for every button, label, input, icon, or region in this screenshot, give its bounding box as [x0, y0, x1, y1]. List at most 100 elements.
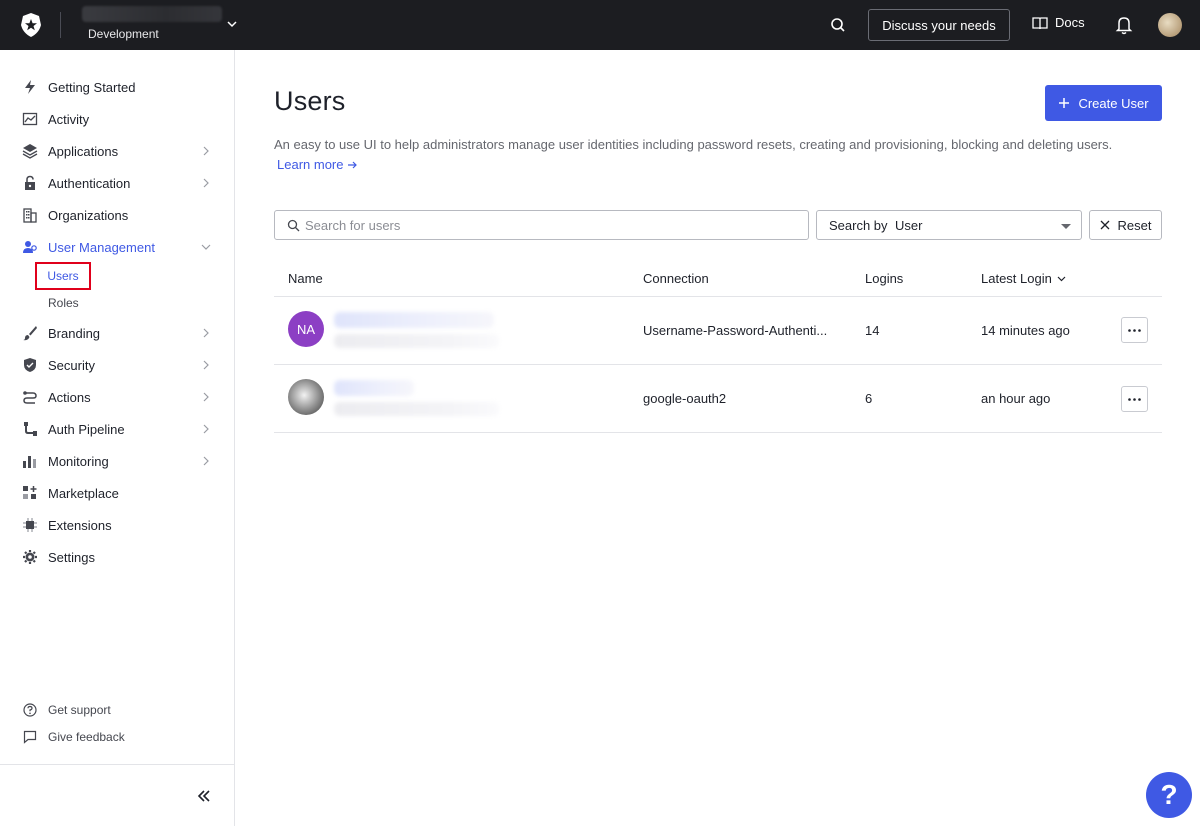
sidebar-item-label: Actions [48, 389, 91, 405]
give-feedback-label: Give feedback [48, 730, 125, 744]
column-header-name[interactable]: Name [288, 271, 323, 286]
latest-login-cell: an hour ago [981, 391, 1051, 406]
learn-more-label: Learn more [277, 157, 344, 172]
tenant-name-redacted[interactable] [82, 6, 222, 22]
book-icon [1032, 16, 1048, 29]
sidebar-item-applications[interactable]: Applications [0, 135, 234, 167]
sidebar-item-activity[interactable]: Activity [0, 103, 234, 135]
chevron-down-icon[interactable] [226, 18, 238, 30]
search-by-select[interactable]: Search by User [816, 210, 1082, 240]
docs-label: Docs [1055, 15, 1085, 30]
sidebar-item-label: Branding [48, 325, 101, 341]
sidebar-subitem-users[interactable]: Users [35, 262, 91, 290]
sidebar-subitem-roles[interactable]: Roles [48, 296, 79, 310]
sidebar-item-organizations[interactable]: Organizations [0, 199, 234, 231]
search-by-value: User [895, 217, 923, 233]
row-actions-button[interactable] [1121, 317, 1148, 343]
plus-icon [1059, 98, 1070, 108]
sidebar-item-actions[interactable]: Actions [0, 381, 234, 413]
sort-chevron-down-icon [1057, 276, 1066, 282]
sidebar-item-label: Organizations [48, 207, 129, 223]
table-header-divider [274, 296, 1162, 297]
connection-cell: Username-Password-Authenti... [643, 323, 828, 338]
latest-login-cell: 14 minutes ago [981, 323, 1070, 338]
search-icon [287, 219, 300, 232]
user-avatar-initials: NA [288, 311, 324, 347]
get-support-link[interactable]: Get support [0, 698, 234, 722]
sidebar-item-label: Applications [48, 143, 119, 159]
layers-icon [22, 143, 38, 159]
sidebar-item-branding[interactable]: Branding [0, 317, 234, 349]
learn-more-link[interactable]: Learn more [277, 157, 358, 172]
pipe-icon [22, 421, 38, 437]
lock-icon [22, 175, 38, 191]
gear-icon [22, 549, 38, 565]
sidebar-item-label: Marketplace [48, 485, 119, 501]
create-user-button[interactable]: Create User [1045, 85, 1162, 121]
row-actions-button[interactable] [1121, 386, 1148, 412]
building-icon [22, 207, 38, 223]
discuss-needs-button[interactable]: Discuss your needs [868, 9, 1010, 41]
search-icon[interactable] [828, 15, 848, 35]
sidebar-item-authentication[interactable]: Authentication [0, 167, 234, 199]
topbar-divider [60, 12, 61, 38]
search-users-input[interactable] [305, 216, 795, 234]
bell-icon[interactable] [1115, 15, 1133, 35]
sidebar-item-label: Extensions [48, 517, 112, 533]
reset-label: Reset [1117, 217, 1152, 233]
sidebar-item-label: Authentication [48, 175, 131, 191]
sidebar-item-label: Activity [48, 111, 90, 127]
chip-icon [22, 517, 38, 533]
close-icon [1100, 220, 1109, 230]
get-support-label: Get support [48, 703, 111, 717]
user-name-redacted[interactable] [334, 312, 494, 328]
sidebar-item-extensions[interactable]: Extensions [0, 509, 234, 541]
column-header-logins[interactable]: Logins [865, 271, 903, 286]
sidebar-item-label: Settings [48, 549, 95, 565]
logins-cell: 14 [865, 323, 880, 338]
chevron-right-icon [203, 360, 209, 370]
search-users-field[interactable] [274, 210, 809, 240]
user-avatar[interactable] [1158, 13, 1182, 37]
user-name-redacted[interactable] [334, 380, 414, 396]
activity-icon [22, 111, 38, 127]
sidebar-item-auth-pipeline[interactable]: Auth Pipeline [0, 413, 234, 445]
sidebar-item-label: Monitoring [48, 453, 109, 469]
sidebar-item-monitoring[interactable]: Monitoring [0, 445, 234, 477]
grid-plus-icon [22, 485, 38, 501]
help-circle-icon [22, 702, 38, 718]
sidebar-item-marketplace[interactable]: Marketplace [0, 477, 234, 509]
chevron-right-icon [203, 146, 209, 156]
sidebar-item-label: User Management [48, 239, 155, 255]
auth0-logo-icon[interactable] [19, 12, 43, 38]
page-title: Users [274, 86, 346, 116]
column-header-latest-login[interactable]: Latest Login [981, 271, 1066, 286]
help-button[interactable]: ? [1146, 772, 1192, 818]
sidebar-item-getting-started[interactable]: Getting Started [0, 71, 234, 103]
bolt-icon [22, 79, 38, 95]
sidebar-item-security[interactable]: Security [0, 349, 234, 381]
docs-link[interactable]: Docs [1032, 15, 1085, 30]
users-icon [22, 239, 38, 255]
top-bar: Development Discuss your needs Docs [0, 0, 1200, 50]
row-divider [274, 432, 1162, 433]
sidebar-item-user-management[interactable]: User Management [0, 231, 234, 263]
flow-icon [22, 389, 38, 405]
give-feedback-link[interactable]: Give feedback [0, 725, 234, 749]
chevron-right-icon [203, 392, 209, 402]
chat-icon [22, 729, 38, 745]
page-description: An easy to use UI to help administrators… [274, 137, 1113, 152]
chevron-right-icon [203, 424, 209, 434]
sidebar-divider [0, 764, 234, 765]
arrow-right-icon [348, 161, 358, 168]
sidebar-item-label: Auth Pipeline [48, 421, 125, 437]
tenant-environment[interactable]: Development [88, 27, 159, 41]
reset-button[interactable]: Reset [1089, 210, 1162, 240]
user-email-redacted [334, 402, 499, 416]
chevron-right-icon [203, 328, 209, 338]
shield-icon [22, 357, 38, 373]
collapse-sidebar-icon[interactable] [196, 788, 212, 804]
row-divider [274, 364, 1162, 365]
sidebar-item-settings[interactable]: Settings [0, 541, 234, 573]
column-header-connection[interactable]: Connection [643, 271, 709, 286]
